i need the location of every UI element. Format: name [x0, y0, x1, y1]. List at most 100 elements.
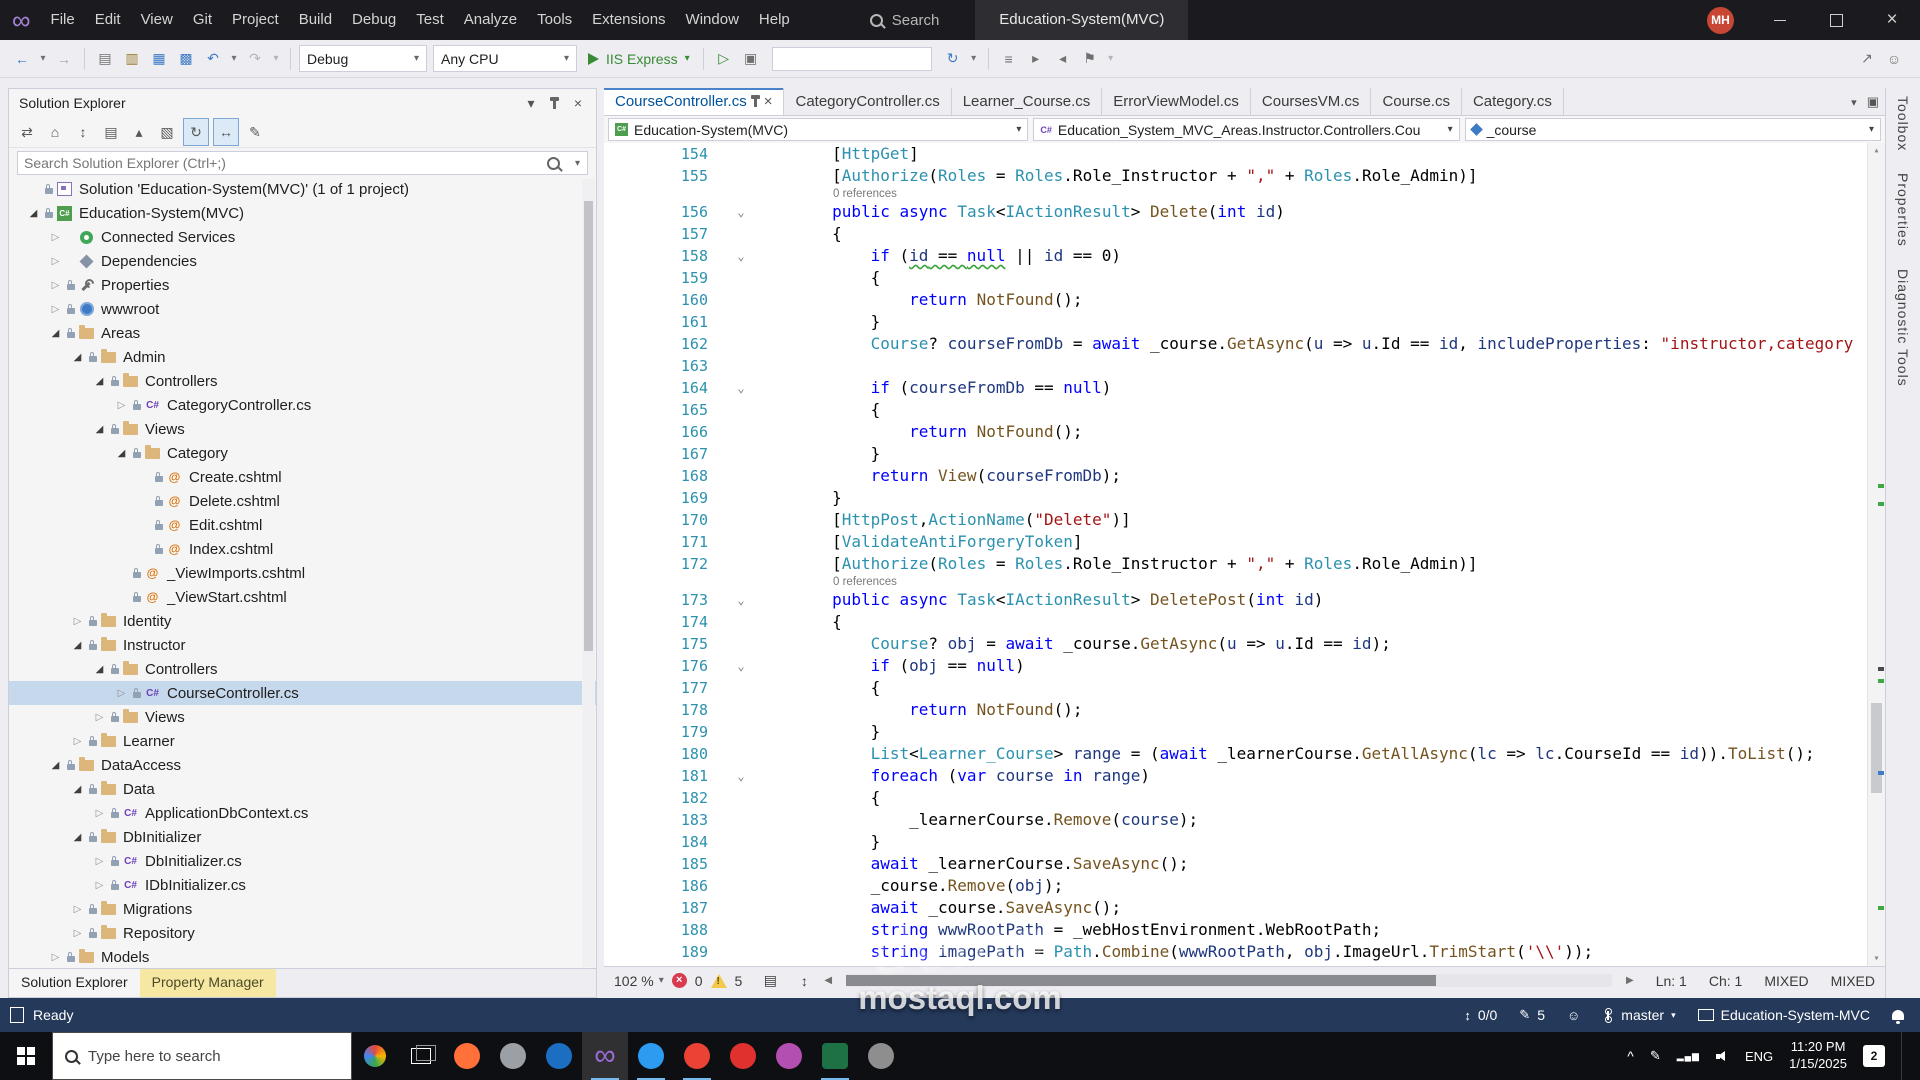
tree-item-connected-services[interactable]: ▷ Connected Services [9, 225, 596, 249]
side-tab-properties[interactable]: Properties [1895, 173, 1911, 247]
live-share-button[interactable]: ☺ [1567, 1008, 1580, 1023]
editor-vertical-scrollbar[interactable]: ▴ ▾ [1867, 143, 1885, 966]
clock[interactable]: 11:20 PM 1/15/2025 [1789, 1039, 1847, 1073]
code-line[interactable]: 178 return NotFound(); [604, 699, 1885, 721]
repository-selector[interactable]: Education-System-MVC [1697, 1007, 1870, 1023]
code-line[interactable]: 184 } [604, 831, 1885, 853]
start-debugging-button[interactable]: IIS Express ▾ [588, 51, 690, 67]
code-line[interactable]: 181 ⌄ foreach (var course in range) [604, 765, 1885, 787]
scroll-up-icon[interactable]: ▴ [1868, 145, 1885, 156]
document-list-icon[interactable]: ▣ [1867, 94, 1879, 110]
tree-collapsed-arrow-icon[interactable]: ▷ [69, 736, 86, 747]
pin-icon[interactable] [550, 96, 559, 109]
code-line[interactable]: 157 { [604, 223, 1885, 245]
code-line[interactable]: 169 } [604, 487, 1885, 509]
code-line[interactable]: 183 _learnerCourse.Remove(course); [604, 809, 1885, 831]
task-view-button[interactable] [398, 1032, 444, 1080]
code-line[interactable]: 163 [604, 355, 1885, 377]
code-line[interactable]: 182 { [604, 787, 1885, 809]
refresh-icon[interactable]: ↻ [183, 118, 209, 146]
tree-item-dbinitializer-cs[interactable]: ▷ C# DbInitializer.cs [9, 849, 596, 873]
tab-categorycontroller-cs[interactable]: CategoryController.cs [784, 88, 952, 115]
code-line[interactable]: 162 Course? courseFromDb = await _course… [604, 333, 1885, 355]
tree-expanded-arrow-icon[interactable]: ◢ [113, 448, 130, 459]
tree-item-category[interactable]: ◢ Category [9, 441, 596, 465]
code-line[interactable]: 155 [Authorize(Roles = Roles.Role_Instru… [604, 165, 1885, 187]
menu-item-tools[interactable]: Tools [527, 0, 582, 40]
tree-collapsed-arrow-icon[interactable]: ▷ [113, 400, 130, 411]
properties-icon[interactable]: ✎ [243, 119, 267, 145]
visual-studio-icon[interactable]: ∞ [582, 1032, 628, 1080]
code-line[interactable]: 179 } [604, 721, 1885, 743]
refresh-caret[interactable]: ▾ [968, 46, 980, 72]
tab-errorviewmodel-cs[interactable]: ErrorViewModel.cs [1102, 88, 1251, 115]
teams-icon[interactable] [766, 1032, 812, 1080]
tree-item-repository[interactable]: ▷ Repository [9, 921, 596, 945]
tree-collapsed-arrow-icon[interactable]: ▷ [91, 808, 108, 819]
side-tab-diagnostic-tools[interactable]: Diagnostic Tools [1895, 269, 1911, 387]
tree-collapsed-arrow-icon[interactable]: ▷ [91, 712, 108, 723]
tree-collapsed-arrow-icon[interactable]: ▷ [91, 880, 108, 891]
minimize-button[interactable] [1752, 0, 1808, 40]
titlebar-search[interactable]: Search [869, 12, 939, 29]
tree-item-controllers[interactable]: ◢ Controllers [9, 369, 596, 393]
map-mode-icon[interactable]: ↕ [792, 968, 816, 994]
platform-dropdown[interactable]: Any CPU ▾ [433, 45, 577, 72]
menu-item-test[interactable]: Test [406, 0, 454, 40]
toolbar-search-input[interactable] [771, 46, 932, 71]
tree-expanded-arrow-icon[interactable]: ◢ [91, 424, 108, 435]
notifications-bell[interactable] [1892, 1010, 1904, 1024]
code-line[interactable]: 172 [Authorize(Roles = Roles.Role_Instru… [604, 553, 1885, 575]
tree-collapsed-arrow-icon[interactable]: ▷ [69, 616, 86, 627]
tree-item-controllers[interactable]: ◢ Controllers [9, 657, 596, 681]
firefox-icon[interactable] [444, 1032, 490, 1080]
tree-item-data[interactable]: ◢ Data [9, 777, 596, 801]
tree-expanded-arrow-icon[interactable]: ◢ [69, 352, 86, 363]
profiler-icon[interactable]: ▣ [739, 46, 763, 72]
tree-item-dependencies[interactable]: ▷ Dependencies [9, 249, 596, 273]
pin-icon[interactable] [750, 95, 760, 107]
tree-collapsed-arrow-icon[interactable]: ▷ [47, 232, 64, 243]
quick-actions-icon[interactable]: ≡ [997, 46, 1021, 72]
tab-learner-course-cs[interactable]: Learner_Course.cs [952, 88, 1103, 115]
search-options-caret[interactable]: ▾ [575, 158, 580, 169]
tab-overflow-icon[interactable]: ▾ [1851, 96, 1857, 109]
code-line[interactable]: 177 { [604, 677, 1885, 699]
collapse-all-icon[interactable]: ▴ [127, 119, 151, 145]
fold-collapse-icon[interactable]: ⌄ [730, 589, 752, 611]
scroll-down-icon[interactable]: ▾ [1868, 953, 1885, 964]
save-all-icon[interactable]: ▩ [174, 46, 198, 72]
code-line[interactable]: 167 } [604, 443, 1885, 465]
code-line[interactable]: 160 return NotFound(); [604, 289, 1885, 311]
show-all-files-icon[interactable]: ▧ [155, 119, 179, 145]
menu-item-help[interactable]: Help [749, 0, 800, 40]
save-icon[interactable]: ▦ [147, 46, 171, 72]
scroll-left-icon[interactable]: ◀ [824, 975, 832, 986]
code-line[interactable]: 176 ⌄ if (obj == null) [604, 655, 1885, 677]
tree-item-create-cshtml[interactable]: @ Create.cshtml [9, 465, 596, 489]
tree-item-solution-education-system-mvc-1-of-1-project[interactable]: Solution 'Education-System(MVC)' (1 of 1… [9, 177, 596, 201]
error-count[interactable]: 0 [695, 973, 703, 989]
tree-item-index-cshtml[interactable]: @ Index.cshtml [9, 537, 596, 561]
tree-collapsed-arrow-icon[interactable]: ▷ [91, 856, 108, 867]
redo-icon[interactable]: ↷ [243, 46, 267, 72]
tree-item-applicationdbcontext-cs[interactable]: ▷ C# ApplicationDbContext.cs [9, 801, 596, 825]
scroll-right-icon[interactable]: ▶ [1626, 975, 1634, 986]
code-line[interactable]: 165 { [604, 399, 1885, 421]
tree-item-views[interactable]: ▷ Views [9, 705, 596, 729]
code-line[interactable]: 174 { [604, 611, 1885, 633]
tree-expanded-arrow-icon[interactable]: ◢ [25, 208, 42, 219]
code-line[interactable]: 168 return View(courseFromDb); [604, 465, 1885, 487]
indent-icon[interactable]: ▸ [1024, 46, 1048, 72]
start-button[interactable] [0, 1032, 52, 1080]
open-file-icon[interactable]: ▥ [120, 46, 144, 72]
excel-icon[interactable] [812, 1032, 858, 1080]
code-line[interactable]: 180 List<Learner_Course> range = (await … [604, 743, 1885, 765]
switch-views-icon[interactable]: ⇄ [15, 119, 39, 145]
feedback-icon[interactable]: ☺ [1882, 46, 1906, 72]
code-line[interactable]: 185 await _learnerCourse.SaveAsync(); [604, 853, 1885, 875]
code-line[interactable]: 154 [HttpGet] [604, 143, 1885, 165]
new-file-icon[interactable]: ▤ [93, 46, 117, 72]
configuration-dropdown[interactable]: Debug ▾ [299, 45, 427, 72]
menu-item-window[interactable]: Window [676, 0, 749, 40]
